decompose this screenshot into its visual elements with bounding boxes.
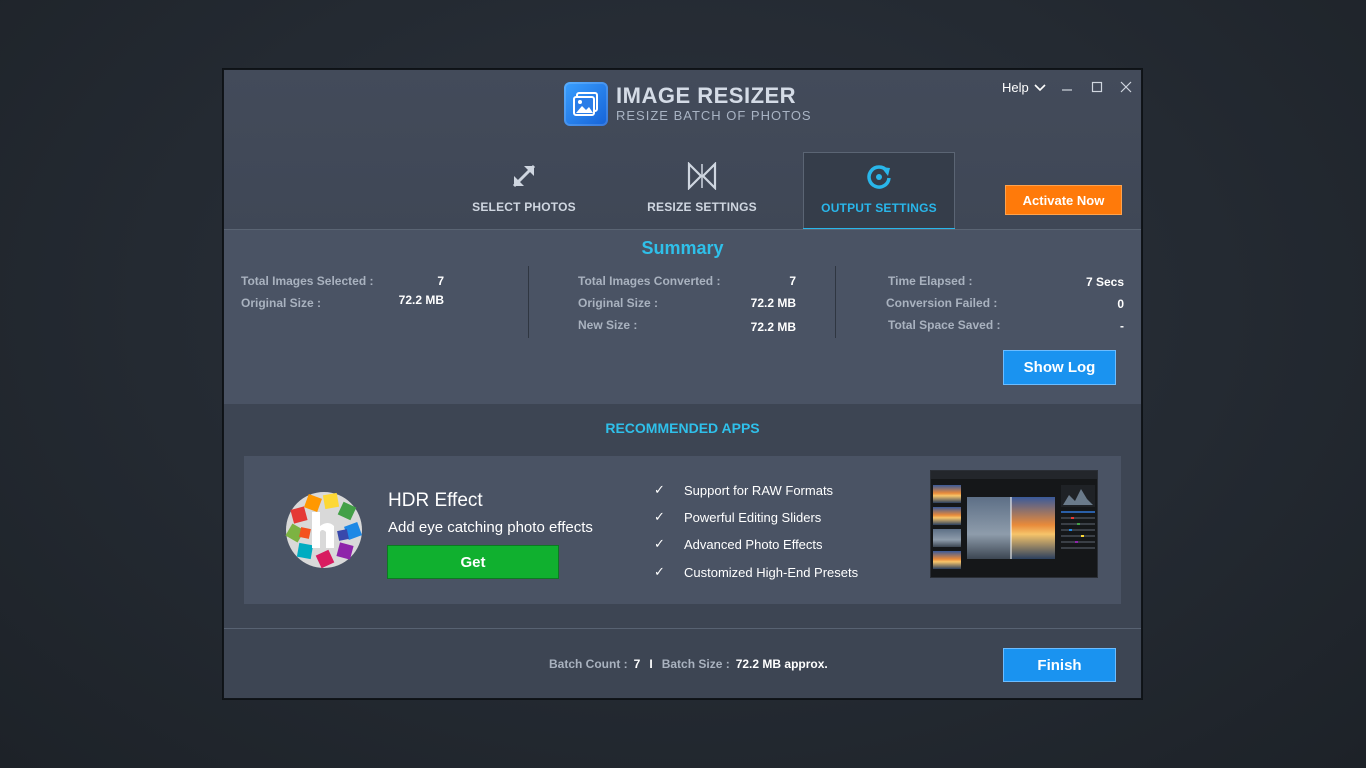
- summary-label: Total Images Selected :: [241, 274, 374, 288]
- chevron-down-icon: [1034, 83, 1046, 91]
- app-preview-image[interactable]: [930, 470, 1098, 578]
- summary-value: 72.2 MB: [398, 293, 444, 307]
- header: IMAGE RESIZER RESIZE BATCH OF PHOTOS Hel…: [224, 70, 1141, 230]
- feature-label: Advanced Photo Effects: [684, 536, 823, 552]
- maximize-icon: [1091, 81, 1103, 93]
- feature-label: Powerful Editing Sliders: [684, 509, 822, 525]
- summary-value: 7 Secs: [1085, 275, 1124, 289]
- feature-item: ✓ Support for RAW Formats: [654, 482, 833, 498]
- summary-value: 0: [1117, 297, 1124, 311]
- maximize-button[interactable]: [1085, 76, 1109, 98]
- summary-title: Summary: [641, 238, 724, 258]
- close-button[interactable]: [1114, 76, 1138, 98]
- minimize-icon: [1062, 89, 1072, 91]
- batch-size-label: Batch Size :: [661, 657, 730, 671]
- app-name: HDR Effect: [388, 490, 483, 511]
- expand-arrows-icon: [512, 164, 536, 188]
- summary-label: Original Size :: [578, 296, 659, 310]
- app-logo: IMAGE RESIZER RESIZE BATCH OF PHOTOS: [564, 82, 812, 126]
- summary-value: 72.2 MB: [750, 320, 796, 334]
- batch-size-value: 72.2 MB approx.: [735, 657, 828, 671]
- batch-info: Batch Count : 7 I Batch Size : 72.2 MB a…: [549, 657, 828, 671]
- feature-label: Customized High-End Presets: [684, 564, 859, 580]
- app-window: IMAGE RESIZER RESIZE BATCH OF PHOTOS Hel…: [223, 69, 1142, 699]
- help-label: Help: [1002, 80, 1029, 95]
- tab-resize-settings[interactable]: RESIZE SETTINGS: [626, 152, 778, 230]
- tab-label: OUTPUT SETTINGS: [821, 201, 937, 215]
- batch-separator: I: [649, 657, 653, 671]
- summary-label: Original Size :: [241, 296, 322, 310]
- checkmark-icon: ✓: [654, 482, 665, 497]
- tab-select-photos[interactable]: SELECT PHOTOS: [448, 152, 600, 230]
- get-button[interactable]: Get: [387, 545, 559, 579]
- feature-item: ✓ Advanced Photo Effects: [654, 536, 823, 552]
- summary-value: 72.2 MB: [750, 296, 796, 310]
- activate-now-button[interactable]: Activate Now: [1005, 185, 1122, 215]
- hdr-effect-logo-icon: [284, 490, 364, 570]
- summary-label: Conversion Failed :: [886, 296, 998, 310]
- feature-label: Support for RAW Formats: [684, 482, 834, 498]
- app-subtitle: RESIZE BATCH OF PHOTOS: [616, 108, 812, 123]
- summary-label: Total Images Converted :: [578, 274, 721, 288]
- batch-count-value: 7: [633, 657, 641, 671]
- image-resizer-logo-icon: [564, 82, 608, 126]
- show-log-button[interactable]: Show Log: [1003, 350, 1116, 385]
- checkmark-icon: ✓: [654, 536, 665, 551]
- checkmark-icon: ✓: [654, 509, 665, 524]
- feature-item: ✓ Powerful Editing Sliders: [654, 509, 821, 525]
- column-divider: [528, 266, 529, 338]
- close-icon: [1120, 81, 1132, 93]
- tab-output-settings[interactable]: OUTPUT SETTINGS: [803, 152, 955, 230]
- column-divider: [835, 266, 836, 338]
- summary-panel: Summary Total Images Selected : 7 Origin…: [224, 230, 1141, 404]
- summary-label: New Size :: [578, 318, 638, 332]
- footer-bar: Batch Count : 7 I Batch Size : 72.2 MB a…: [224, 628, 1141, 698]
- summary-label: Total Space Saved :: [888, 318, 1001, 332]
- tab-label: SELECT PHOTOS: [472, 200, 576, 214]
- batch-count-label: Batch Count :: [549, 657, 628, 671]
- recommended-app-card: HDR Effect Add eye catching photo effect…: [244, 456, 1121, 604]
- tab-label: RESIZE SETTINGS: [647, 200, 757, 214]
- recommended-apps-title: RECOMMENDED APPS: [605, 420, 760, 436]
- refresh-icon: [867, 165, 891, 189]
- summary-value: -: [1120, 319, 1124, 333]
- checkmark-icon: ✓: [654, 564, 665, 579]
- summary-value: 7: [789, 274, 796, 288]
- resize-bowtie-icon: [687, 162, 717, 190]
- summary-label: Time Elapsed :: [888, 274, 973, 288]
- feature-item: ✓ Customized High-End Presets: [654, 564, 858, 580]
- app-title: IMAGE RESIZER: [616, 83, 797, 108]
- app-tagline: Add eye catching photo effects: [388, 519, 593, 536]
- minimize-button[interactable]: [1055, 76, 1079, 98]
- help-menu[interactable]: Help: [1002, 80, 1046, 95]
- summary-value: 7: [437, 274, 444, 288]
- recommended-apps-section: RECOMMENDED APPS HDR Effect Add eye catc…: [224, 404, 1141, 628]
- finish-button[interactable]: Finish: [1003, 648, 1116, 682]
